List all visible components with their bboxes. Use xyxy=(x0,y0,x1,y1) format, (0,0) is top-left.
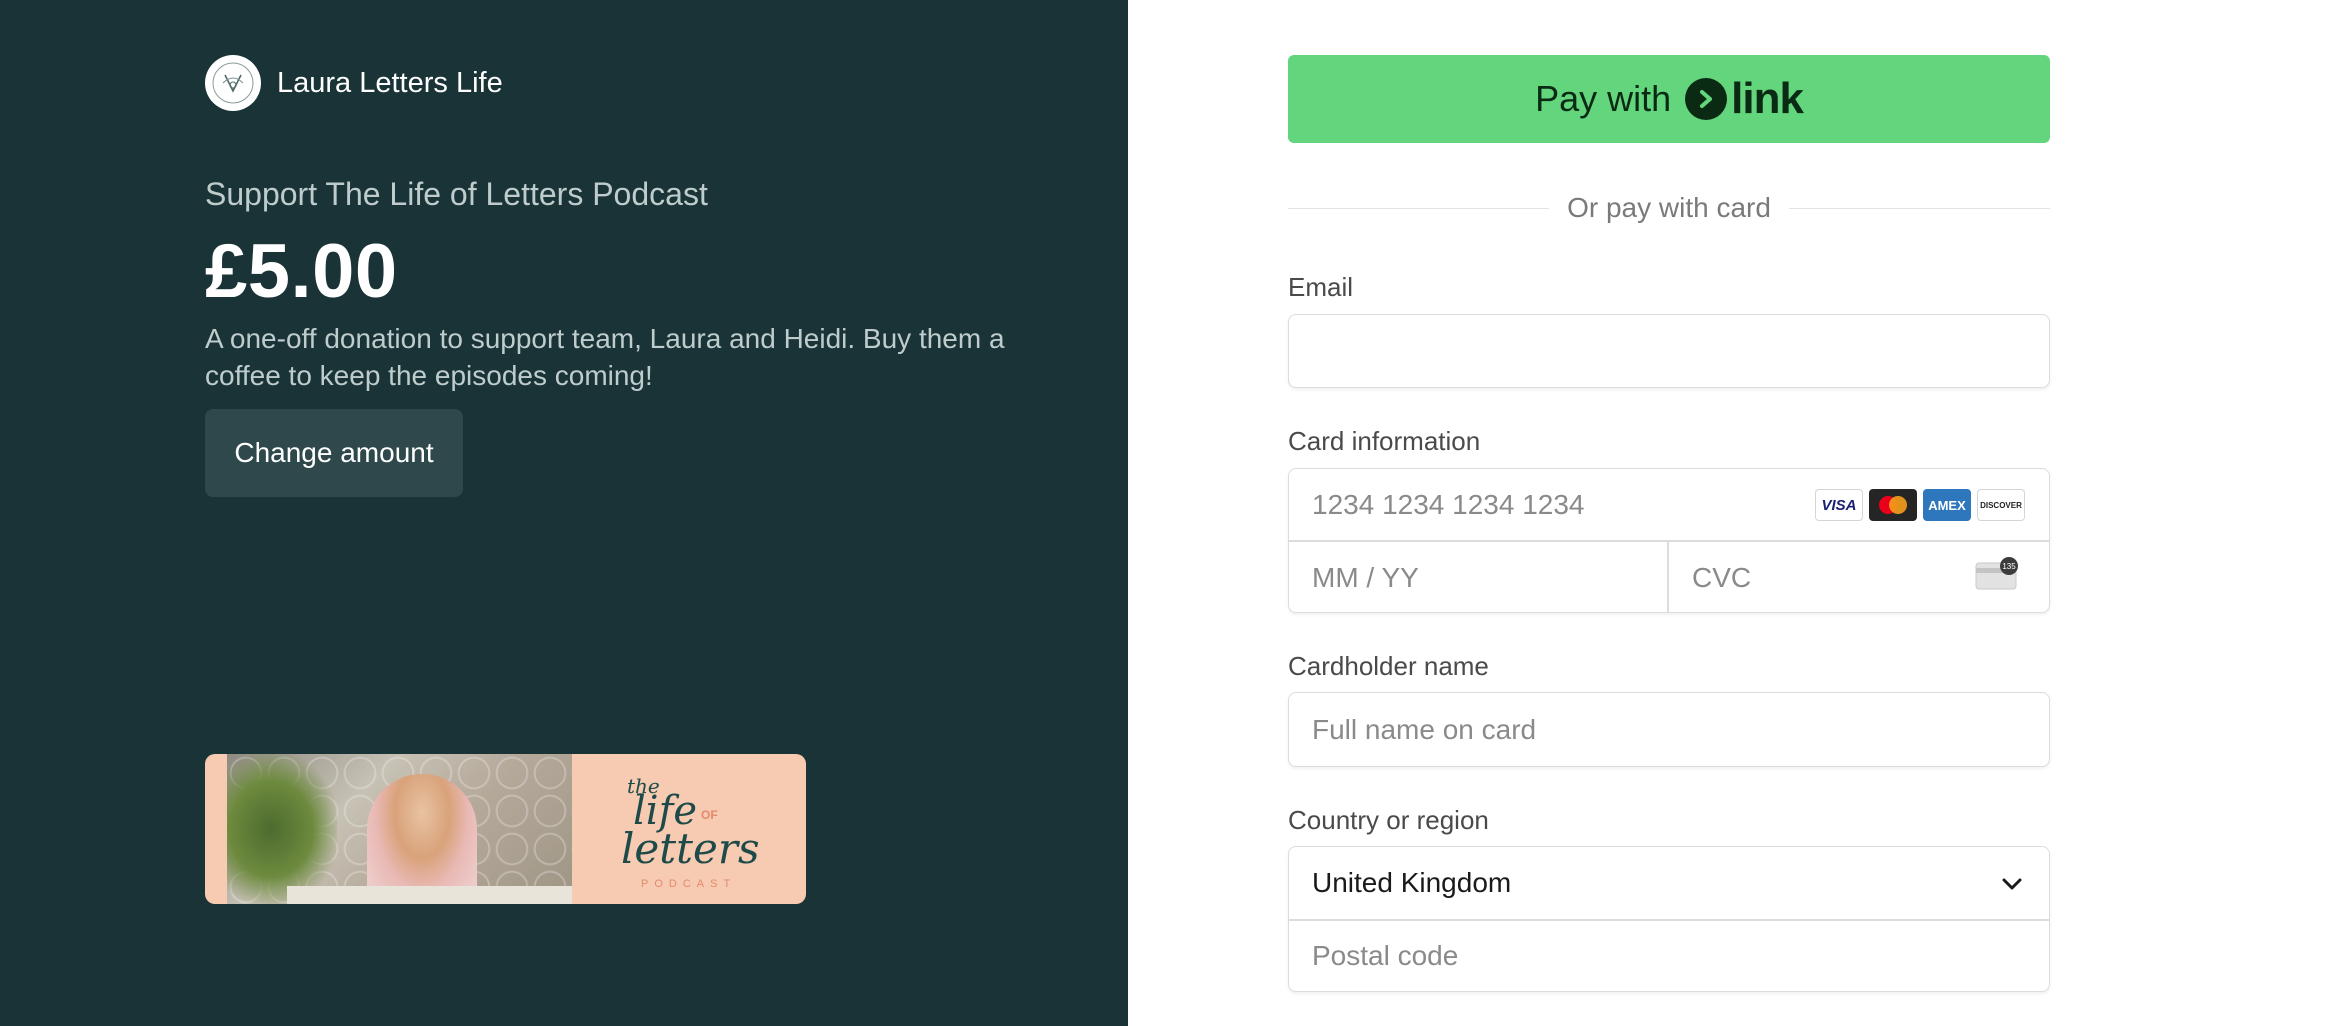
country-selected-value: United Kingdom xyxy=(1312,867,1512,898)
change-amount-button[interactable]: Change amount xyxy=(205,409,463,497)
cvc-hint-text: 135 xyxy=(2002,562,2016,571)
link-chevron-icon xyxy=(1685,78,1728,120)
podcast-host-photo xyxy=(227,754,572,904)
card-number-input[interactable] xyxy=(1289,469,1789,541)
podcast-logo: the life OF letters PODCAST xyxy=(605,766,785,894)
country-postal-group: United Kingdom xyxy=(1288,846,2050,992)
merchant-monogram-icon xyxy=(212,62,254,104)
country-region-label: Country or region xyxy=(1288,805,1489,835)
cardholder-name-field[interactable] xyxy=(1288,692,2050,767)
mastercard-icon xyxy=(1869,489,1917,521)
podcast-logo-letters: letters xyxy=(621,824,760,873)
email-label: Email xyxy=(1288,272,1354,302)
email-field[interactable] xyxy=(1288,314,2050,388)
card-information-group: VISA AMEX DISCOVER 135 xyxy=(1288,468,2050,613)
discover-icon: DISCOVER xyxy=(1977,489,2025,521)
card-information-label: Card information xyxy=(1288,426,1481,456)
chevron-down-icon xyxy=(2002,878,2022,890)
divider-text: Or pay with card xyxy=(1567,192,1771,223)
merchant-header[interactable]: Laura Letters Life xyxy=(205,55,503,111)
amount-total: £5.00 xyxy=(205,229,398,314)
amex-icon: AMEX xyxy=(1923,489,1971,521)
podcast-logo-podcast: PODCAST xyxy=(641,878,737,890)
or-pay-with-card-divider: Or pay with card xyxy=(1288,188,2051,228)
pay-with-label: Pay with xyxy=(1535,78,1672,119)
podcast-logo-of: OF xyxy=(701,808,718,822)
product-banner-image: the life OF letters PODCAST xyxy=(205,754,806,904)
product-description: A one-off donation to support team, Laur… xyxy=(205,323,1005,391)
country-select[interactable]: United Kingdom xyxy=(1289,847,2049,919)
cvc-card-icon: 135 xyxy=(1975,557,2018,590)
order-summary-panel: Laura Letters Life Support The Life of L… xyxy=(0,0,1128,1026)
product-name: Support The Life of Letters Podcast xyxy=(205,176,708,212)
link-wordmark: link xyxy=(1731,74,1804,123)
postal-code-input[interactable] xyxy=(1289,920,2049,991)
cardholder-name-label: Cardholder name xyxy=(1288,651,1489,681)
pay-with-link-button[interactable]: Pay with link xyxy=(1288,55,2050,143)
merchant-name: Laura Letters Life xyxy=(277,66,503,99)
visa-icon: VISA xyxy=(1815,489,1863,521)
merchant-logo xyxy=(205,55,261,111)
card-brands: VISA AMEX DISCOVER xyxy=(1815,489,2025,521)
card-expiry-input[interactable] xyxy=(1289,542,1667,612)
card-cvc-input[interactable] xyxy=(1669,542,1969,612)
